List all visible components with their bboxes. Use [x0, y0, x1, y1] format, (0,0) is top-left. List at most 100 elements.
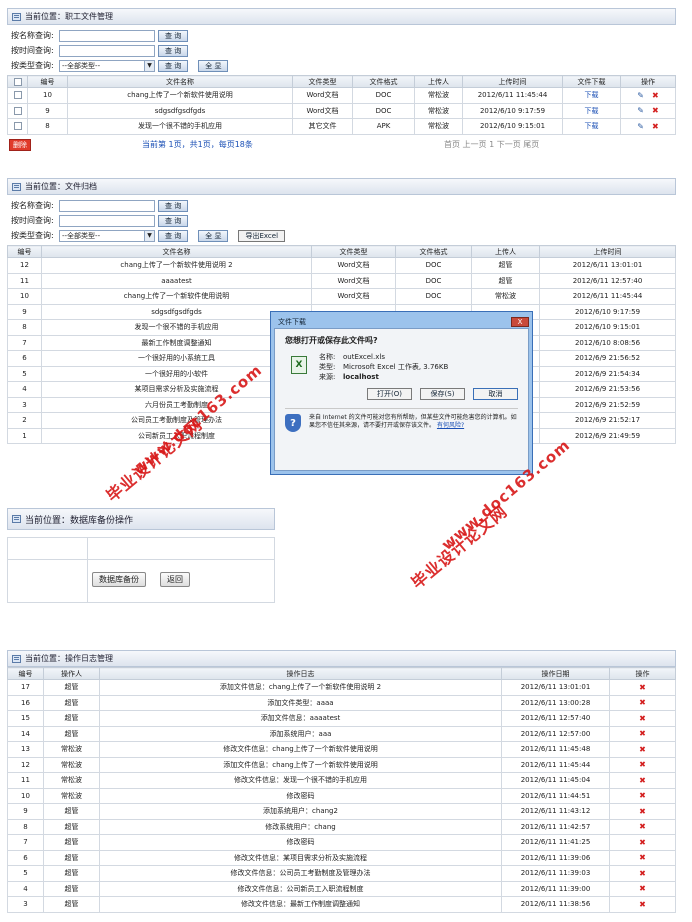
delete-button[interactable]: 删除	[9, 138, 31, 151]
col-header: 文件名称	[67, 75, 293, 88]
delete-icon[interactable]: ✖	[639, 869, 646, 878]
edit-icon[interactable]: ✎	[637, 91, 644, 100]
log-text: 添加系统用户：chang2	[99, 803, 502, 820]
delete-icon[interactable]: ✖	[639, 900, 646, 909]
time-search-input[interactable]	[59, 214, 155, 227]
show-all-button[interactable]: 全 显	[198, 59, 229, 72]
shield-icon: ?	[285, 414, 301, 432]
back-button[interactable]: 返回	[160, 572, 190, 587]
row-checkbox[interactable]	[13, 106, 22, 115]
search-type-button[interactable]: 查 询	[158, 59, 189, 72]
edit-icon[interactable]: ✎	[637, 106, 644, 115]
delete-icon[interactable]: ✖	[639, 729, 646, 738]
search-type-button[interactable]: 查 询	[158, 229, 189, 242]
delete-icon[interactable]: ✖	[639, 884, 646, 893]
delete-icon[interactable]: ✖	[639, 745, 646, 754]
row-checkbox[interactable]	[13, 122, 22, 131]
delete-icon[interactable]: ✖	[639, 853, 646, 862]
delete-icon[interactable]: ✖	[639, 760, 646, 769]
file-table: 编号 文件名称 文件类型 文件格式 上传人 上传时间 文件下载 操作 10 cha…	[7, 75, 676, 135]
edit-icon[interactable]: ✎	[637, 122, 644, 131]
backup-box: 数据库备份 返回	[7, 537, 275, 603]
search-name-button[interactable]: 查 询	[158, 199, 189, 212]
panel-icon	[12, 654, 21, 663]
row-actions: ✖	[609, 880, 676, 897]
save-button[interactable]: 保存(S)	[420, 388, 465, 400]
download-link[interactable]: 下载	[562, 102, 621, 119]
upload-time: 2012/6/11 11:45:44	[539, 288, 676, 305]
show-all-button[interactable]: 全 显	[198, 229, 229, 242]
export-excel-button[interactable]: 导出Excel	[238, 229, 286, 242]
delete-icon[interactable]: ✖	[639, 838, 646, 847]
upload-time: 2012/6/10 9:15:01	[539, 319, 676, 336]
search-name-button[interactable]: 查 询	[158, 29, 189, 42]
close-icon[interactable]: X	[511, 316, 529, 327]
col-header: 文件格式	[395, 245, 472, 258]
table-row: 12 chang上传了一个新软件使用说明 2 Word文档 DOC 超管 2012/6/1…	[7, 257, 676, 274]
name-search-input[interactable]	[59, 199, 155, 212]
risk-link[interactable]: 有何风险?	[437, 422, 464, 429]
file-name: outExcel.xls	[343, 353, 385, 361]
filter-label: 按类型查询:	[11, 61, 54, 70]
delete-icon[interactable]: ✖	[639, 822, 646, 831]
row-actions: ✖	[609, 865, 676, 882]
col-header: 操作人	[43, 667, 100, 680]
filter-label: 按名称查询:	[11, 201, 54, 210]
dialog-title: 文件下载	[278, 317, 306, 326]
open-button[interactable]: 打开(O)	[367, 388, 412, 400]
search-time-button[interactable]: 查 询	[158, 44, 189, 57]
upload-time: 2012/6/11 12:57:40	[539, 272, 676, 289]
row-actions: ✖	[609, 694, 676, 711]
operator: 超管	[43, 679, 100, 696]
log-text: 修改系统用户：chang	[99, 818, 502, 835]
delete-icon[interactable]: ✖	[639, 776, 646, 785]
select-all-checkbox[interactable]	[13, 77, 22, 86]
delete-icon[interactable]: ✖	[652, 91, 659, 100]
row-checkbox[interactable]	[13, 91, 22, 100]
filter-label: 按类型查询:	[11, 231, 54, 240]
delete-icon[interactable]: ✖	[652, 106, 659, 115]
cancel-button[interactable]: 取消	[473, 388, 518, 400]
uploader: 常松波	[414, 118, 463, 135]
location-bar: 当前位置：文件归档	[7, 178, 676, 195]
db-backup-button[interactable]: 数据库备份	[92, 572, 146, 587]
upload-time: 2012/6/11 13:01:01	[539, 257, 676, 274]
log-date: 2012/6/11 11:44:51	[501, 787, 610, 804]
log-date: 2012/6/11 11:45:48	[501, 741, 610, 758]
panel-icon	[12, 182, 21, 191]
type-select[interactable]: --全部类型-- ▼	[59, 229, 155, 242]
type-select-value: --全部类型--	[62, 61, 101, 70]
row-actions: ✖	[609, 849, 676, 866]
delete-icon[interactable]: ✖	[639, 683, 646, 692]
operator: 常松波	[43, 787, 100, 804]
chevron-down-icon: ▼	[144, 230, 154, 241]
download-link[interactable]: 下载	[562, 87, 621, 104]
table-row: 17 超管 添加文件信息：chang上传了一个新软件使用说明 2 2012/6/11 …	[7, 679, 676, 696]
delete-icon[interactable]: ✖	[639, 807, 646, 816]
log-id: 12	[7, 756, 44, 773]
col-header: 编号	[27, 75, 68, 88]
upload-time: 2012/6/10 8:08:56	[539, 334, 676, 351]
row-actions: ✖	[609, 896, 676, 913]
log-id: 17	[7, 679, 44, 696]
log-date: 2012/6/11 11:39:06	[501, 849, 610, 866]
file-id: 10	[27, 87, 68, 104]
col-header: 操作日期	[501, 667, 610, 680]
delete-icon[interactable]: ✖	[639, 698, 646, 707]
download-link[interactable]: 下载	[562, 118, 621, 135]
log-text: 添加文件信息：chang上传了一个新软件使用说明	[99, 756, 502, 773]
name-search-input[interactable]	[59, 29, 155, 42]
delete-icon[interactable]: ✖	[639, 714, 646, 723]
table-row: 16 超管 添加文件类型：aaaa 2012/6/11 13:00:28 ✖	[7, 694, 676, 711]
file-format: DOC	[395, 288, 472, 305]
log-date: 2012/6/11 11:39:03	[501, 865, 610, 882]
type-select[interactable]: --全部类型-- ▼	[59, 59, 155, 72]
delete-icon[interactable]: ✖	[639, 791, 646, 800]
log-text: 修改文件信息：发现一个很不错的手机应用	[99, 772, 502, 789]
uploader: 常松波	[414, 87, 463, 104]
pagination-nav[interactable]: 首页 上一页 1 下一页 尾页	[444, 139, 539, 150]
search-time-button[interactable]: 查 询	[158, 214, 189, 227]
time-search-input[interactable]	[59, 44, 155, 57]
delete-icon[interactable]: ✖	[652, 122, 659, 131]
log-date: 2012/6/11 11:39:00	[501, 880, 610, 897]
